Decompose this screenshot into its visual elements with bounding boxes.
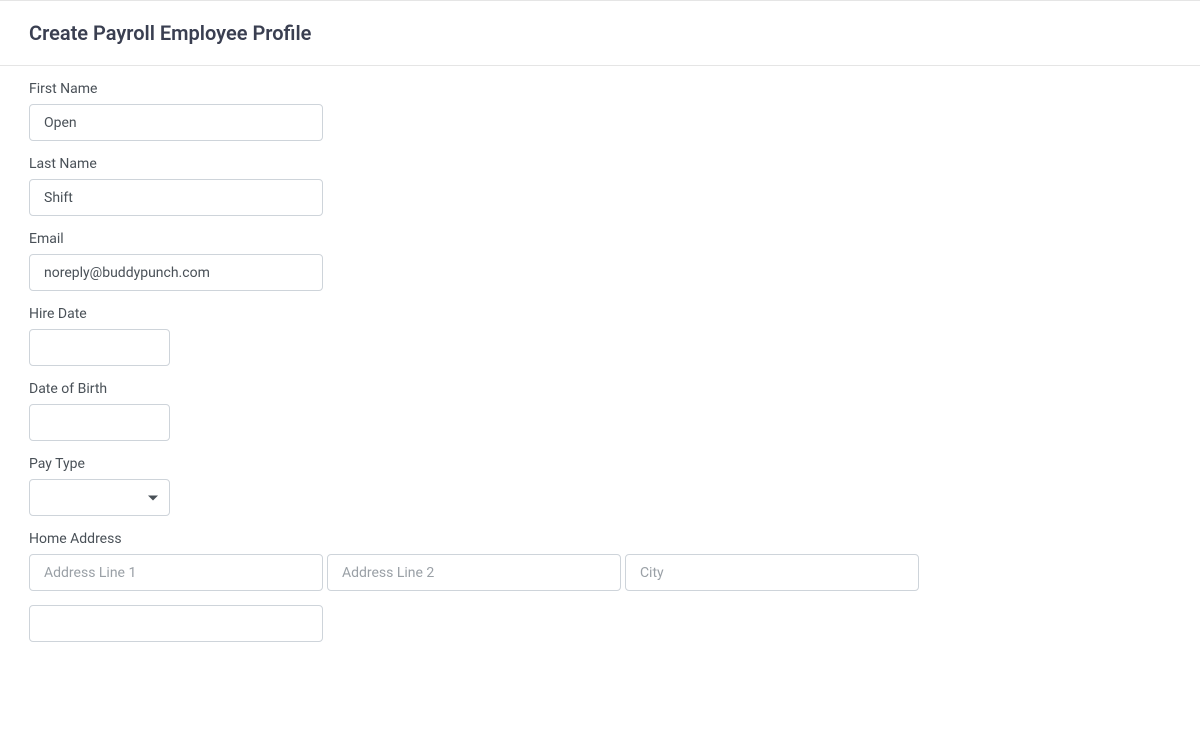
pay-type-label: Pay Type	[29, 456, 1171, 472]
address-line-2-input[interactable]	[327, 554, 621, 591]
pay-type-group: Pay Type	[29, 456, 1171, 516]
hire-date-group: Hire Date	[29, 306, 1171, 366]
page-header: Create Payroll Employee Profile	[0, 0, 1200, 66]
home-address-group: Home Address	[29, 531, 1171, 642]
hire-date-input[interactable]	[29, 329, 170, 366]
date-of-birth-label: Date of Birth	[29, 381, 1171, 397]
last-name-input[interactable]	[29, 179, 323, 216]
email-group: Email	[29, 231, 1171, 291]
home-address-label: Home Address	[29, 531, 1171, 547]
pay-type-select[interactable]	[29, 479, 170, 516]
pay-type-select-wrapper	[29, 479, 170, 516]
date-of-birth-group: Date of Birth	[29, 381, 1171, 441]
email-label: Email	[29, 231, 1171, 247]
first-name-label: First Name	[29, 81, 1171, 97]
first-name-group: First Name	[29, 81, 1171, 141]
date-of-birth-input[interactable]	[29, 404, 170, 441]
next-address-input[interactable]	[29, 605, 323, 642]
city-input[interactable]	[625, 554, 919, 591]
first-name-input[interactable]	[29, 104, 323, 141]
last-name-label: Last Name	[29, 156, 1171, 172]
address-line-1-input[interactable]	[29, 554, 323, 591]
email-input[interactable]	[29, 254, 323, 291]
last-name-group: Last Name	[29, 156, 1171, 216]
page-title: Create Payroll Employee Profile	[29, 21, 1171, 45]
employee-form: First Name Last Name Email Hire Date Dat…	[0, 66, 1200, 672]
hire-date-label: Hire Date	[29, 306, 1171, 322]
